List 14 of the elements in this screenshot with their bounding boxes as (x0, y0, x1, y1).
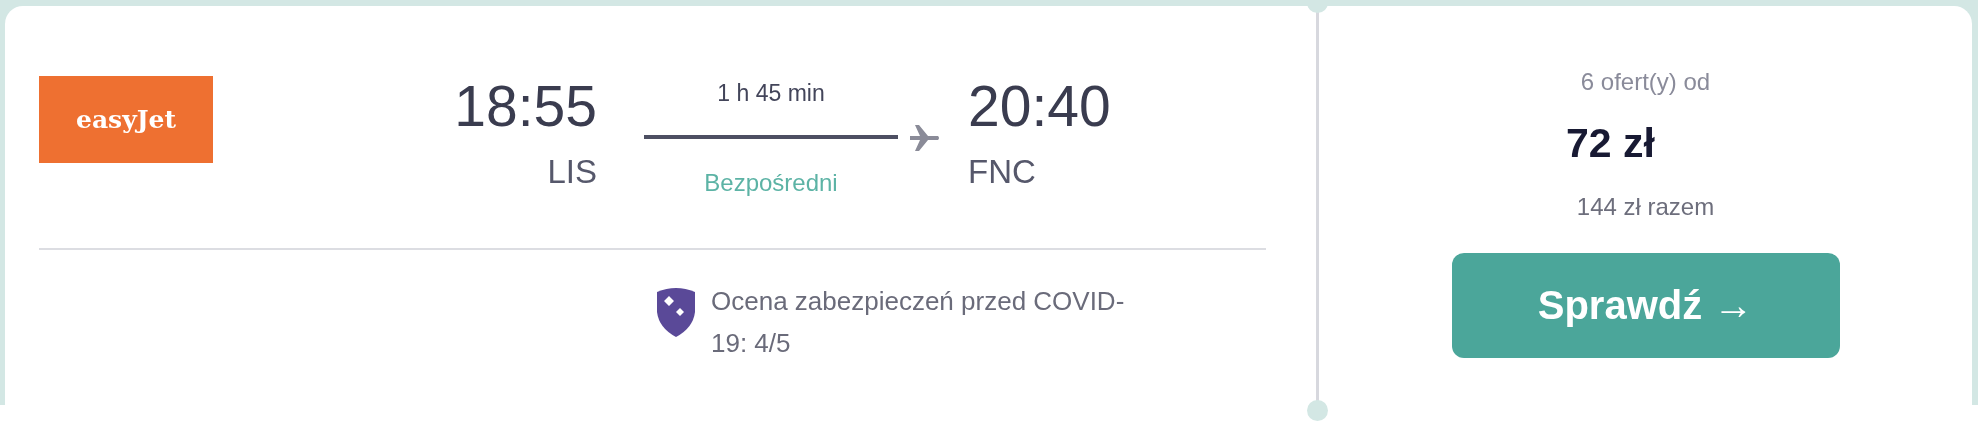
airline-logo: easyJet (39, 76, 213, 163)
offers-count: 6 ofert(y) od (1580, 68, 1711, 96)
divider-notch (1307, 400, 1328, 421)
safety-rating: Ocena zabezpieczeń przed COVID-19: 4/5 (711, 285, 1126, 360)
departure-time: 18:55 (453, 78, 597, 135)
arrival-time: 20:40 (968, 78, 1111, 135)
price: 72 zł (1566, 120, 1655, 167)
total-price: 144 zł razem (1576, 193, 1715, 221)
check-button[interactable]: Sprawdź → (1451, 253, 1840, 358)
stops-label: Bezpośredni (703, 169, 839, 197)
plane-icon (908, 124, 940, 152)
departure-airport: LIS (546, 153, 597, 191)
arrival-airport: FNC (968, 153, 1037, 191)
flight-duration: 1 h 45 min (716, 80, 826, 107)
